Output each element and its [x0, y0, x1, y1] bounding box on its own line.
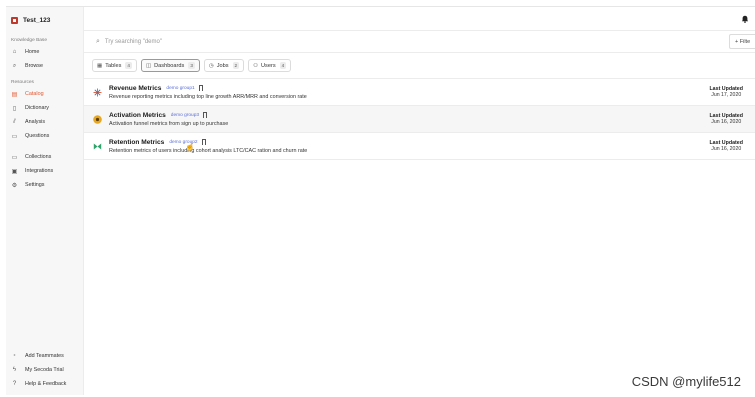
top-bar: [84, 7, 755, 31]
sidebar-item-analysis[interactable]: ⫽ Analysis: [6, 115, 83, 129]
last-updated-date: Jun 16, 2020: [711, 146, 742, 152]
dashboard-icon: ◫: [145, 62, 152, 69]
tab-label: Tables: [105, 62, 122, 69]
dashboard-description: Revenue reporting metrics including top …: [109, 93, 307, 100]
list-item[interactable]: Revenue Metrics demo group1 Revenue repo…: [84, 79, 755, 106]
tab-count: 3: [188, 62, 195, 69]
home-icon: ⌂: [12, 49, 17, 55]
sidebar: Test_123 Knowledge Base ⌂ Home ⌕ Browse …: [6, 7, 84, 395]
sidebar-item-integrations[interactable]: ▣ Integrations: [6, 164, 83, 178]
sidebar-item-add-teammates[interactable]: ⁺ Add Teammates: [6, 349, 83, 363]
sidebar-item-browse[interactable]: ⌕ Browse: [6, 59, 83, 73]
sidebar-item-collections[interactable]: ▭ Collections: [6, 150, 83, 164]
bookmark-icon[interactable]: [198, 85, 203, 91]
main-content: ⌕ Try searching "demo" + Filte ▦ Tables …: [84, 7, 755, 395]
bell-icon[interactable]: [741, 15, 749, 23]
search-icon: ⌕: [12, 62, 17, 69]
tab-count: 4: [279, 62, 287, 69]
sidebar-bottom: ⁺ Add Teammates ϟ My Secoda Trial ? Help…: [6, 349, 83, 391]
chart-icon: ⫽: [13, 118, 16, 125]
dashboard-title[interactable]: Activation Metrics: [109, 112, 166, 119]
tableau-logo-icon: [93, 88, 102, 96]
metabase-logo-icon: [93, 143, 102, 149]
sidebar-item-trial[interactable]: ϟ My Secoda Trial: [6, 363, 83, 377]
help-icon: ?: [12, 381, 17, 387]
workspace-name: Test_123: [23, 16, 51, 24]
sidebar-item-label: Catalog: [25, 91, 44, 97]
dashboard-title[interactable]: Revenue Metrics: [109, 85, 161, 92]
dashboard-description: Activation funnel metrics from sign up t…: [109, 120, 229, 127]
bookmark-icon[interactable]: [203, 112, 208, 118]
sidebar-item-label: Collections: [25, 154, 52, 160]
sidebar-item-label: Integrations: [25, 168, 54, 174]
table-icon: ▦: [97, 62, 103, 69]
sidebar-item-home[interactable]: ⌂ Home: [6, 45, 83, 59]
search-input[interactable]: Try searching "demo": [105, 39, 162, 45]
section-resources: Resources: [11, 80, 34, 85]
last-updated-date: Jun 17, 2020: [711, 92, 742, 98]
looker-logo-icon: [93, 114, 102, 124]
tab-users[interactable]: ⚇ Users 4: [248, 59, 292, 72]
tab-dashboards[interactable]: ◫ Dashboards 3: [140, 59, 200, 72]
section-knowledge-base: Knowledge Base: [11, 38, 48, 43]
sidebar-item-label: Home: [25, 49, 40, 55]
sidebar-item-label: Add Teammates: [25, 353, 64, 359]
group-link[interactable]: demo group3: [171, 113, 199, 118]
tab-count: 2: [232, 62, 240, 69]
sidebar-item-settings[interactable]: ⚙ Settings: [6, 178, 83, 192]
sidebar-item-label: Dictionary: [25, 105, 49, 111]
search-icon: ⌕: [96, 37, 100, 45]
sidebar-item-dictionary[interactable]: ▯ Dictionary: [6, 101, 83, 115]
last-updated-date: Jun 16, 2020: [711, 119, 742, 125]
group-link[interactable]: demo group1: [166, 86, 194, 91]
tab-label: Jobs: [216, 62, 229, 69]
tab-label: Dashboards: [154, 62, 185, 69]
dashboard-title[interactable]: Retention Metrics: [109, 139, 164, 146]
tab-label: Users: [261, 62, 276, 69]
plug-icon: ▣: [11, 168, 18, 175]
clock-icon: ◷: [208, 62, 214, 69]
bookmark-icon[interactable]: [201, 139, 206, 145]
sidebar-item-help[interactable]: ? Help & Feedback: [6, 377, 83, 391]
list-item[interactable]: Activation Metrics demo group3 Activatio…: [84, 106, 755, 133]
add-user-icon: ⁺: [12, 353, 17, 360]
resource-tabs: ▦ Tables 4 ◫ Dashboards 3 ◷ Jobs 2 ⚇ Use…: [84, 53, 755, 79]
search-bar: ⌕ Try searching "demo" + Filte: [84, 31, 755, 53]
folder-icon: ▭: [11, 154, 18, 161]
tab-count: 4: [125, 62, 132, 69]
app-window: Test_123 Knowledge Base ⌂ Home ⌕ Browse …: [6, 6, 755, 395]
book-icon: ▯: [12, 105, 17, 112]
sidebar-item-catalog[interactable]: ▤ Catalog: [6, 87, 83, 101]
sidebar-item-label: Settings: [25, 182, 45, 188]
users-icon: ⚇: [253, 62, 259, 69]
sidebar-item-label: My Secoda Trial: [25, 367, 64, 373]
workspace-switcher[interactable]: Test_123: [6, 9, 83, 31]
sidebar-item-label: Analysis: [25, 119, 46, 125]
gear-icon: ⚙: [11, 182, 18, 189]
watermark: CSDN @mylife512: [631, 374, 741, 389]
workspace-logo-icon: [11, 16, 18, 24]
tab-jobs[interactable]: ◷ Jobs 2: [203, 59, 245, 72]
sidebar-item-label: Help & Feedback: [25, 381, 67, 387]
sidebar-item-questions[interactable]: ▭ Questions: [6, 129, 83, 143]
tab-tables[interactable]: ▦ Tables 4: [92, 59, 137, 72]
dashboard-description: Retention metrics of users including coh…: [109, 147, 308, 154]
sidebar-item-label: Browse: [25, 63, 43, 69]
sidebar-item-label: Questions: [25, 133, 50, 139]
pointer-cursor-icon: ☝: [185, 142, 195, 151]
filter-button[interactable]: + Filte: [729, 34, 755, 49]
bolt-icon: ϟ: [12, 367, 17, 373]
question-icon: ▭: [11, 133, 18, 140]
catalog-icon: ▤: [11, 91, 18, 98]
